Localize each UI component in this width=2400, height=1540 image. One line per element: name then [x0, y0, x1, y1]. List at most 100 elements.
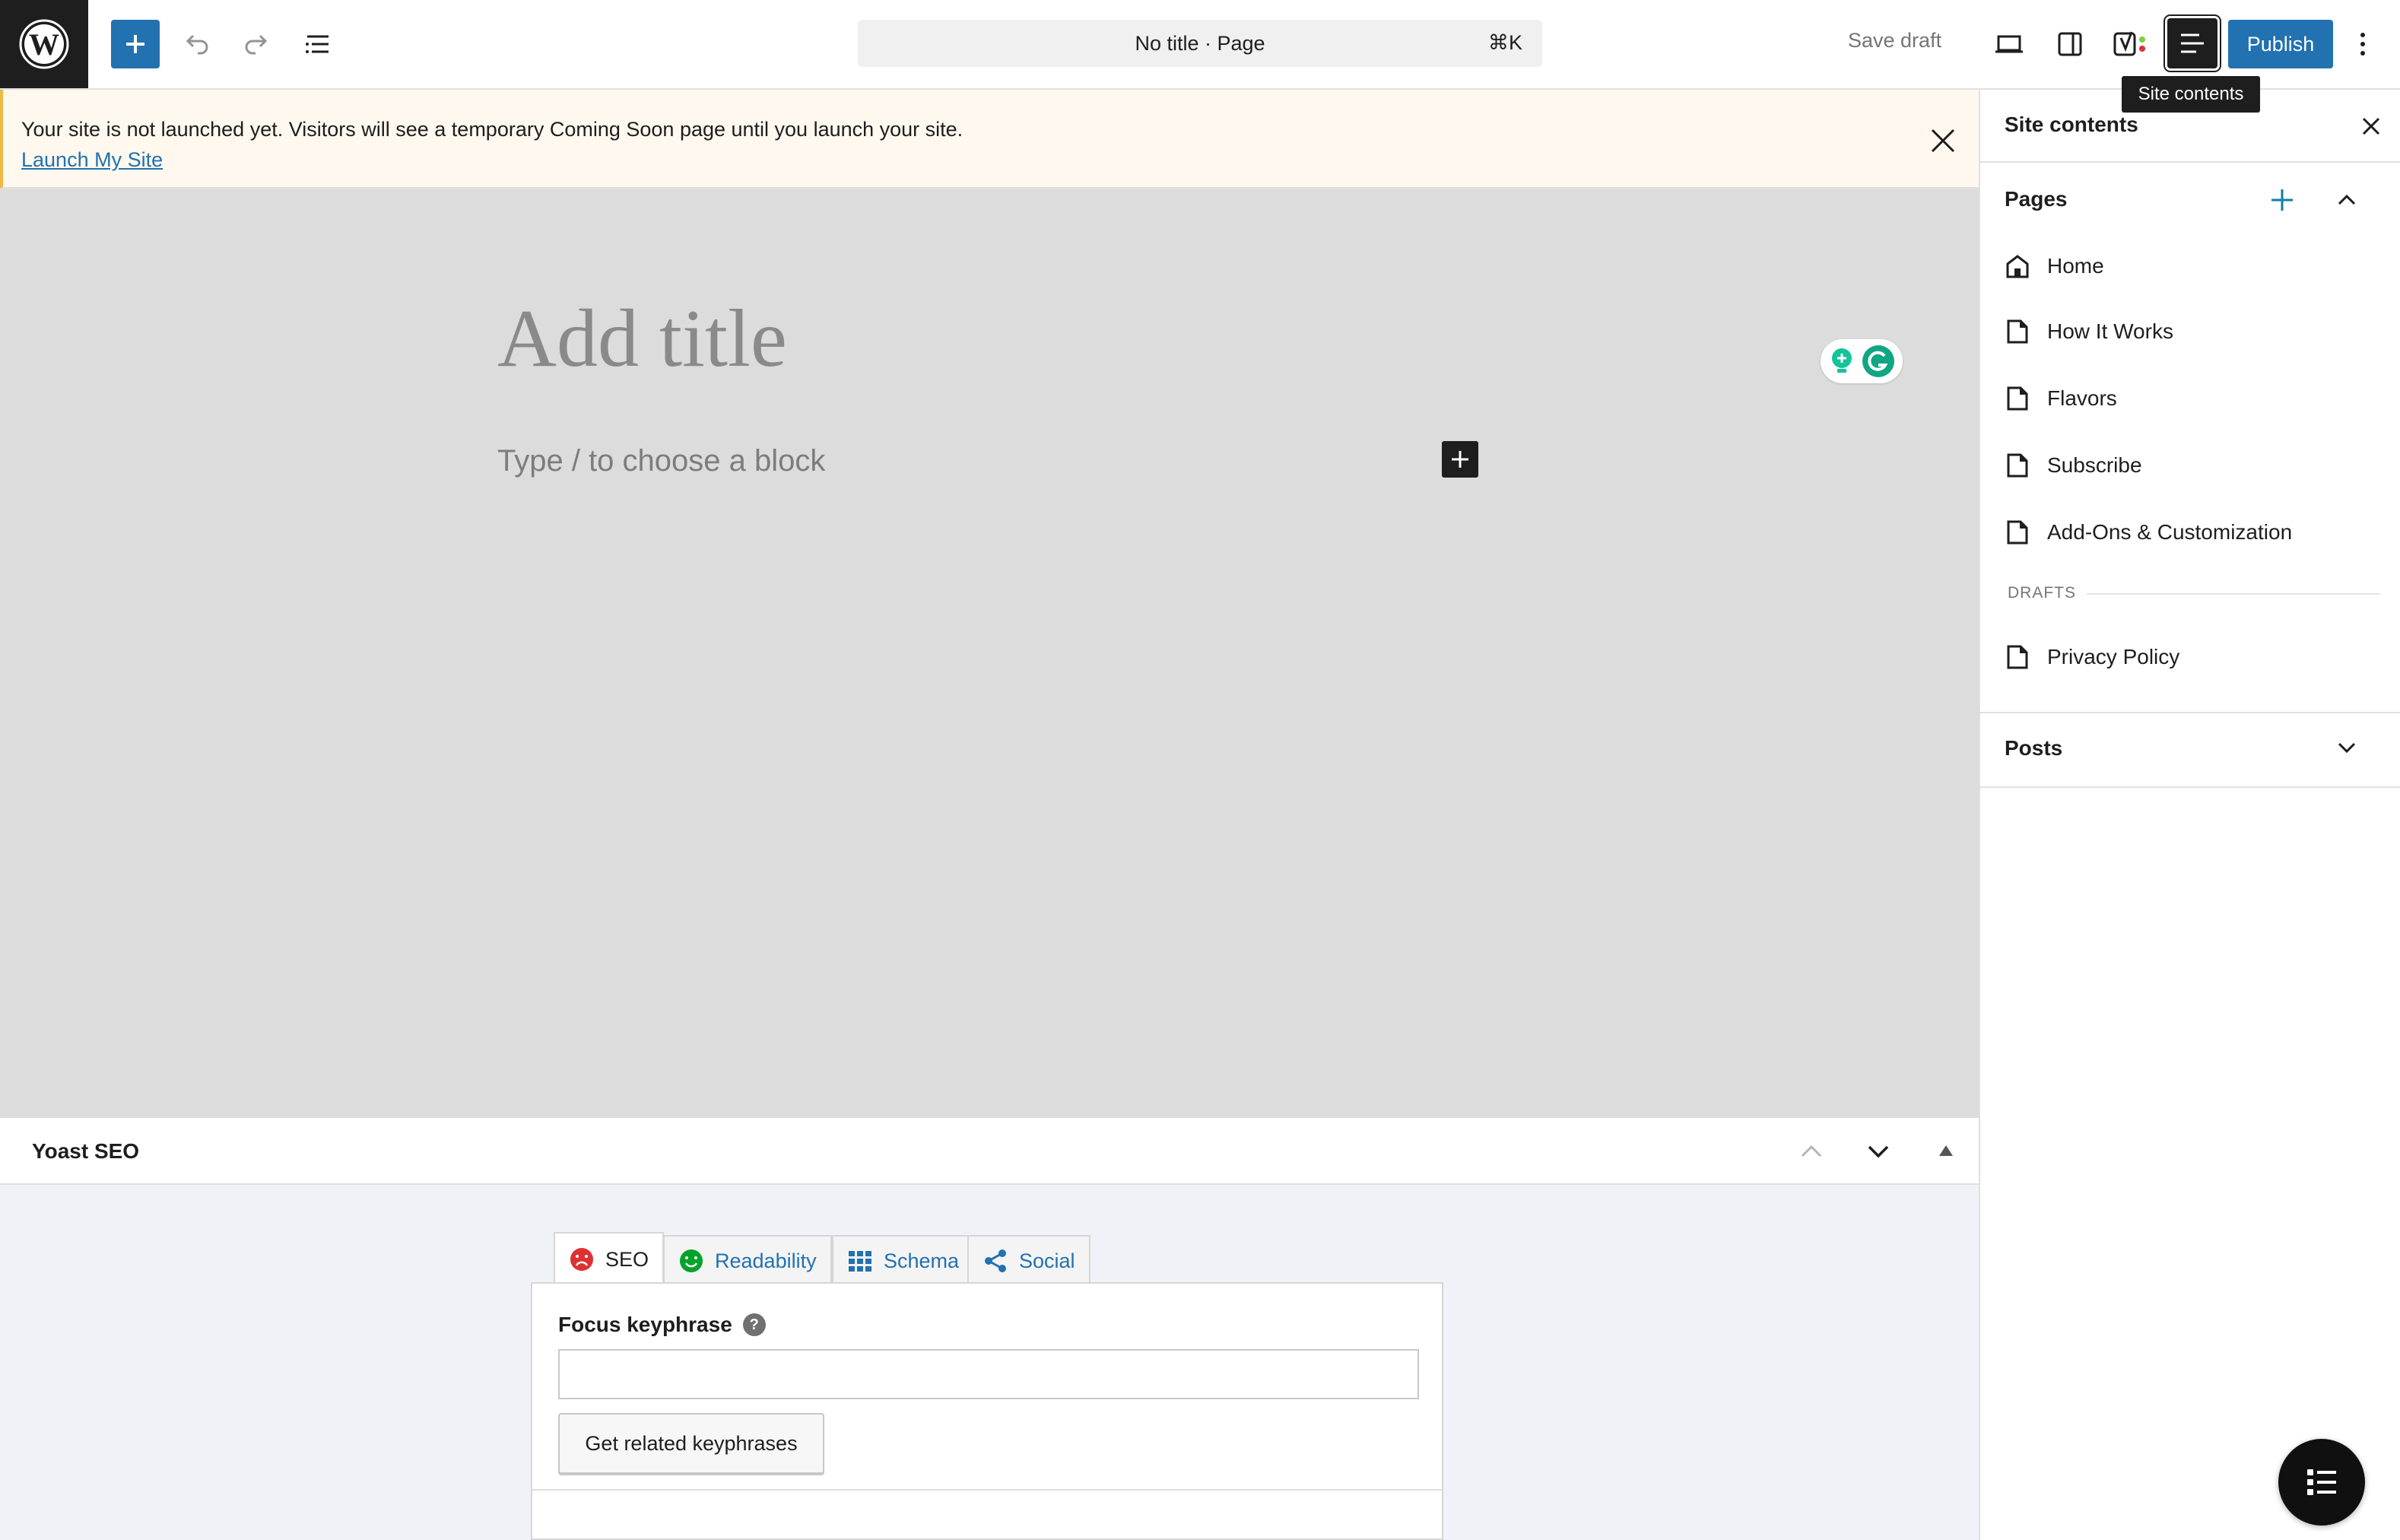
- chevron-down-icon[interactable]: [2336, 739, 2357, 757]
- happy-face-icon: [680, 1249, 703, 1272]
- grid-icon: [849, 1251, 871, 1272]
- tab-label: Readability: [715, 1249, 817, 1272]
- editor-toolbar: W No title · Page ⌘K Save draft Publish: [0, 0, 2400, 90]
- home-icon: [2006, 255, 2029, 278]
- yoast-panel-body: SEO Readability Schema Social Focus keyp…: [0, 1185, 1979, 1540]
- redo-button[interactable]: [233, 20, 281, 68]
- title-placeholder[interactable]: Add title: [497, 292, 787, 386]
- command-shortcut: ⌘K: [1487, 31, 1522, 54]
- chevron-up-icon[interactable]: [1799, 1141, 1824, 1162]
- posts-section-title: Posts: [2005, 736, 2063, 760]
- publish-button[interactable]: Publish: [2228, 20, 2333, 68]
- preview-button[interactable]: [1985, 20, 2033, 68]
- page-item-label: Home: [2047, 254, 2104, 278]
- page-icon: [2007, 645, 2028, 669]
- lightbulb-icon: [1831, 348, 1852, 373]
- desktop-icon: [1995, 35, 2023, 53]
- notice-message: Your site is not launched yet. Visitors …: [21, 118, 963, 141]
- save-draft-button[interactable]: Save draft: [1848, 29, 1941, 52]
- redo-icon: [245, 34, 268, 55]
- quick-menu-button[interactable]: [2278, 1439, 2365, 1526]
- yoast-panel-header[interactable]: Yoast SEO: [0, 1118, 1979, 1185]
- seo-tab-panel: Focus keyphrase ? Get related keyphrases: [531, 1282, 1443, 1540]
- chevron-down-icon[interactable]: [1866, 1141, 1890, 1162]
- block-inserter-button[interactable]: [111, 20, 160, 68]
- page-item-label: Flavors: [2047, 386, 2117, 410]
- focus-keyphrase-input[interactable]: [558, 1349, 1419, 1399]
- pages-section-title: Pages: [2005, 187, 2068, 211]
- sidebar-title: Site contents: [2005, 113, 2138, 136]
- tab-readability[interactable]: Readability: [663, 1235, 832, 1287]
- tab-schema[interactable]: Schema: [832, 1235, 975, 1287]
- section-divider: [1980, 786, 2400, 788]
- site-contents-button[interactable]: [2167, 18, 2217, 68]
- undo-icon: [186, 34, 208, 55]
- get-related-keyphrases-button[interactable]: Get related keyphrases: [558, 1413, 824, 1474]
- page-item-home[interactable]: Home: [2005, 243, 2104, 289]
- plus-icon: [126, 35, 144, 53]
- page-item-label: Add-Ons & Customization: [2047, 520, 2293, 544]
- page-item-label: Subscribe: [2047, 453, 2142, 477]
- document-overview-button[interactable]: [294, 20, 342, 68]
- page-item-add-ons[interactable]: Add-Ons & Customization: [2005, 510, 2292, 555]
- close-icon: [1931, 129, 1955, 153]
- tab-label: Social: [1019, 1249, 1075, 1272]
- focus-keyphrase-text: Focus keyphrase: [558, 1313, 732, 1336]
- add-page-icon[interactable]: [2269, 187, 2295, 213]
- list-view-icon: [306, 35, 329, 53]
- svg-text:W: W: [29, 27, 59, 62]
- align-left-icon: [2181, 33, 2204, 53]
- focus-keyphrase-label: Focus keyphrase ?: [558, 1313, 766, 1337]
- yoast-seo-button[interactable]: [2106, 20, 2155, 68]
- list-icon: [2307, 1469, 2336, 1495]
- yoast-panel-title: Yoast SEO: [32, 1139, 140, 1163]
- grammarly-icon: [1862, 345, 1894, 377]
- close-icon: [2362, 117, 2380, 135]
- page-icon: [2007, 453, 2028, 478]
- launch-notice: Your site is not launched yet. Visitors …: [0, 90, 1979, 189]
- tab-label: Schema: [884, 1249, 960, 1272]
- plus-icon: [1452, 451, 1468, 468]
- help-icon[interactable]: ?: [742, 1313, 766, 1336]
- page-icon: [2007, 520, 2028, 545]
- settings-sidebar-button[interactable]: [2046, 20, 2094, 68]
- chevron-up-icon[interactable]: [2336, 190, 2357, 208]
- tab-social[interactable]: Social: [967, 1235, 1090, 1287]
- sidebar-icon: [2058, 32, 2082, 56]
- more-vertical-icon: [2360, 33, 2365, 56]
- page-item-label: How It Works: [2047, 319, 2173, 343]
- drafts-divider: [2087, 593, 2380, 595]
- wordpress-logo-button[interactable]: W: [0, 0, 88, 88]
- page-icon: [2007, 319, 2028, 344]
- tab-label: SEO: [605, 1247, 649, 1271]
- close-sidebar-button[interactable]: [2357, 113, 2385, 140]
- page-item-how-it-works[interactable]: How It Works: [2005, 309, 2173, 354]
- page-icon: [2007, 386, 2028, 411]
- options-menu-button[interactable]: [2344, 20, 2382, 68]
- tab-seo[interactable]: SEO: [554, 1232, 665, 1287]
- wordpress-icon: W: [19, 19, 69, 69]
- site-contents-tooltip: Site contents: [2122, 76, 2260, 113]
- editor-canvas: Add title Type / to choose a block: [0, 189, 1979, 1118]
- page-item-label: Privacy Policy: [2047, 645, 2180, 668]
- dismiss-notice-button[interactable]: [1924, 122, 1962, 160]
- document-title: No title · Page: [1135, 31, 1265, 55]
- page-item-flavors[interactable]: Flavors: [2005, 376, 2117, 421]
- share-icon: [985, 1249, 1006, 1272]
- sad-face-icon: [570, 1248, 593, 1271]
- block-placeholder[interactable]: Type / to choose a block: [497, 444, 825, 478]
- caret-up-icon[interactable]: [1938, 1144, 1954, 1157]
- pages-section-header[interactable]: Pages: [1980, 164, 2400, 233]
- drafts-label: DRAFTS: [2008, 584, 2076, 602]
- page-item-subscribe[interactable]: Subscribe: [2005, 443, 2142, 488]
- grammarly-widget[interactable]: [1821, 339, 1903, 383]
- add-block-button[interactable]: [1442, 441, 1478, 478]
- undo-button[interactable]: [172, 20, 221, 68]
- yoast-icon: [2113, 31, 2145, 56]
- panel-divider: [532, 1489, 1442, 1491]
- command-palette-bar[interactable]: No title · Page ⌘K: [858, 20, 1542, 67]
- site-contents-sidebar: Site contents Pages Home How It Works Fl…: [1979, 90, 2400, 1540]
- posts-section-header[interactable]: Posts: [1980, 713, 2400, 782]
- launch-site-link[interactable]: Launch My Site: [21, 144, 1960, 175]
- page-item-privacy-policy[interactable]: Privacy Policy: [2005, 634, 2179, 680]
